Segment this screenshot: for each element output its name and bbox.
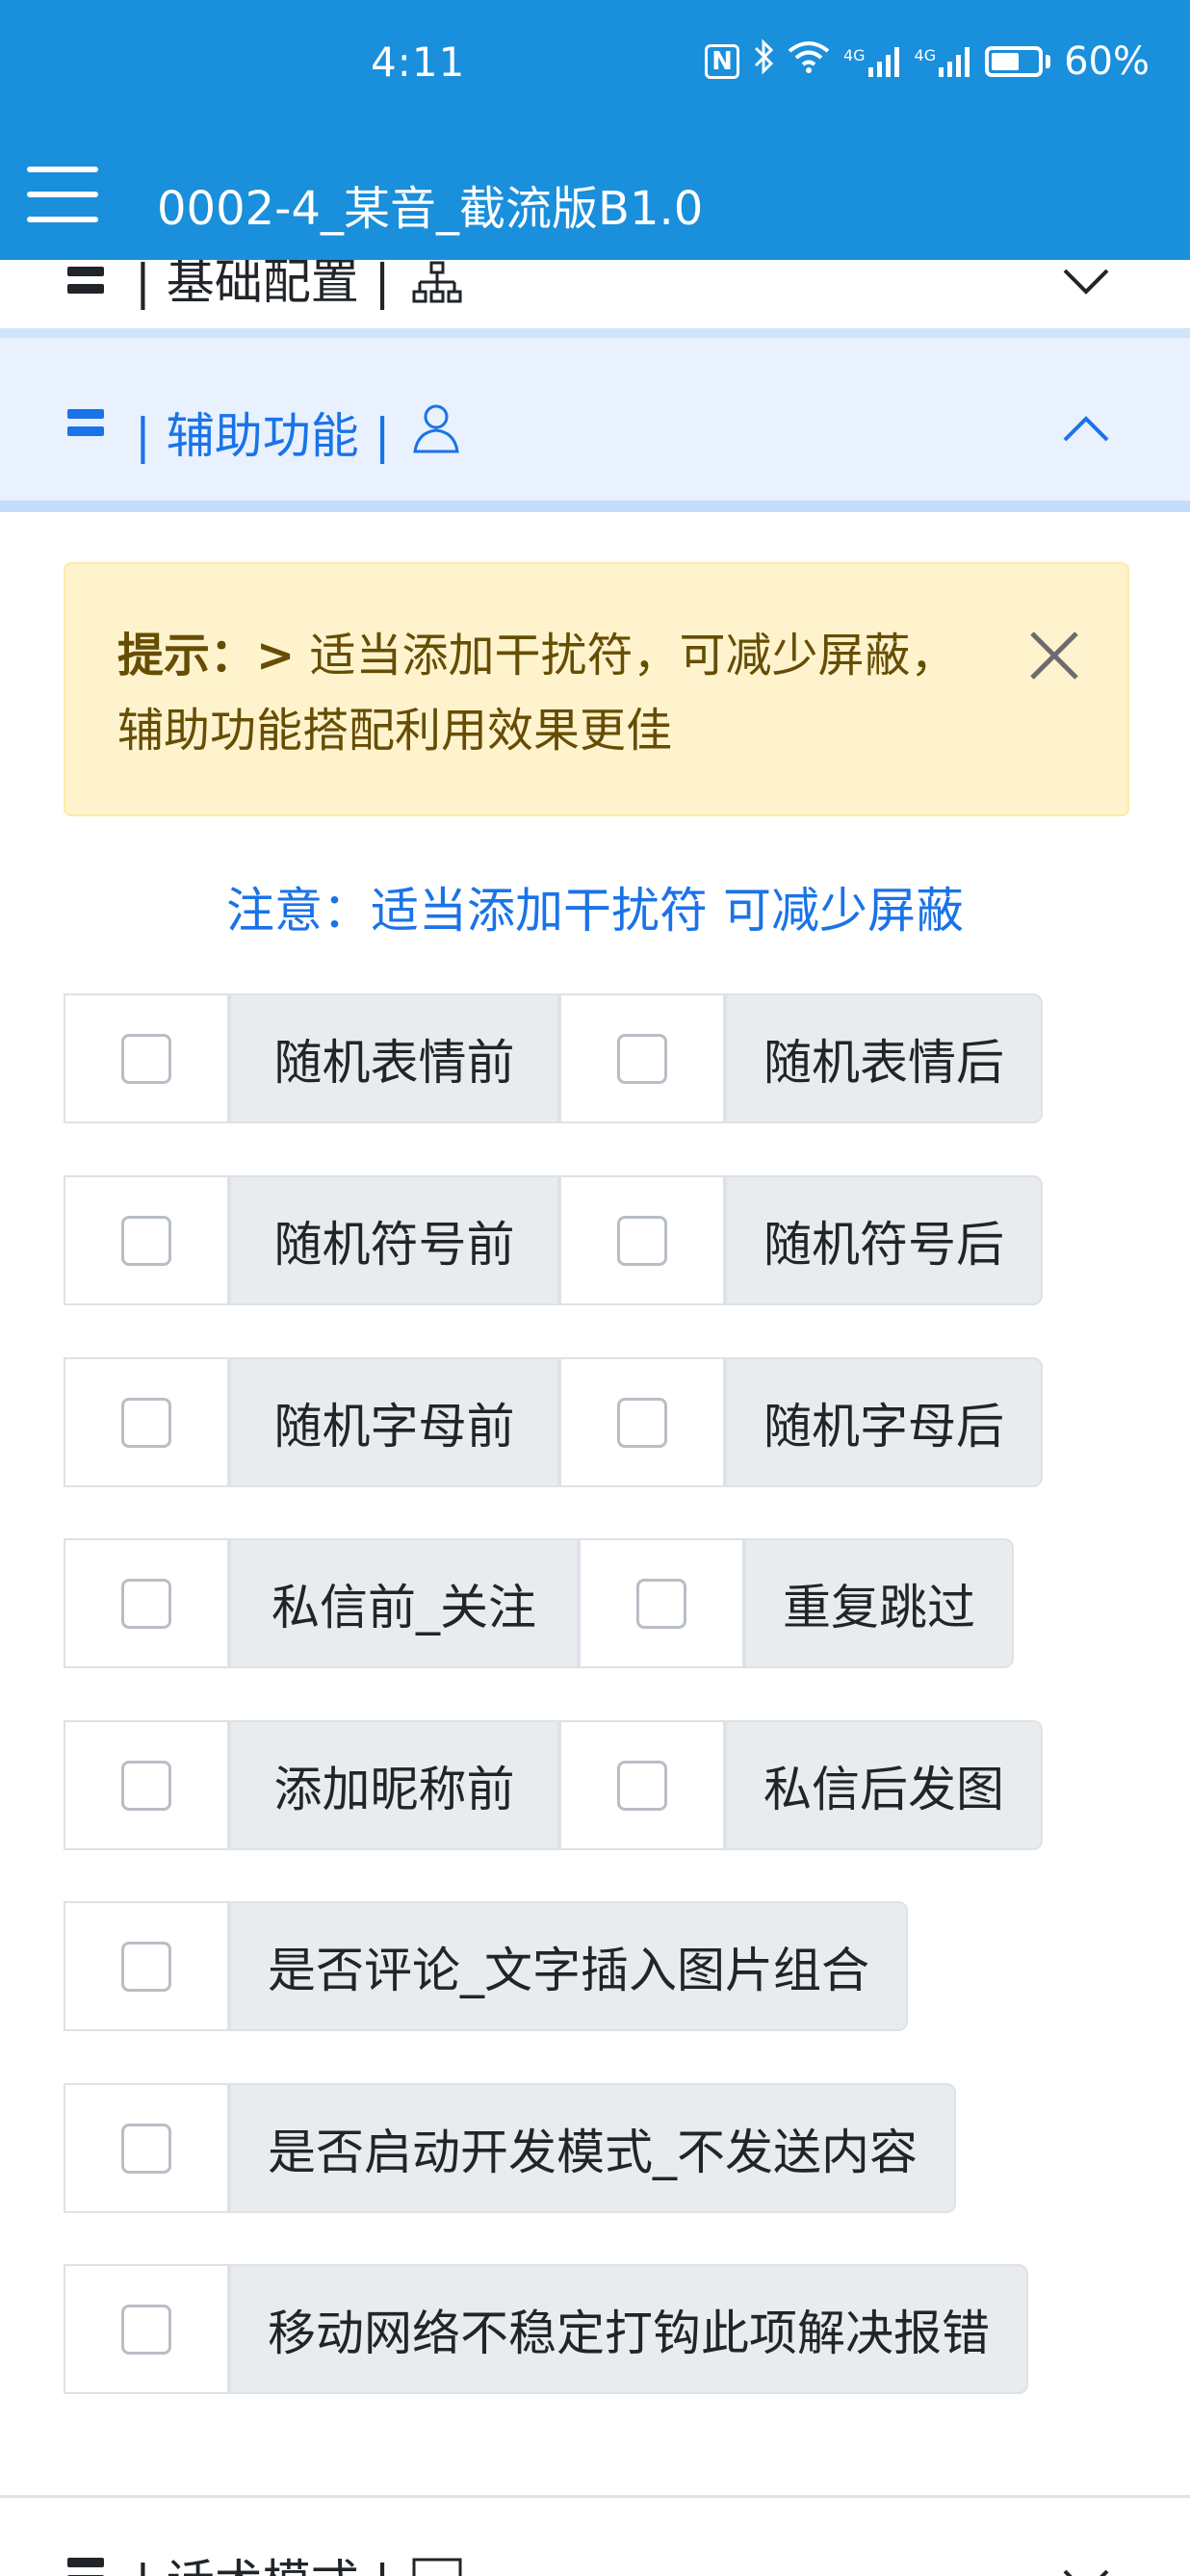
signal-icon-1: 4G [843,46,901,77]
status-time: 4:11 [371,39,466,86]
option-row: 私信前_关注 重复跳过 [64,1538,1014,1668]
checkbox-cell [64,993,229,1123]
chevron-down-icon[interactable] [1061,255,1111,305]
option-label[interactable]: 是否评论_文字插入图片组合 [229,1901,908,2031]
status-bar: 4:11 N 4G 4G 60% [0,0,1190,130]
checkbox[interactable] [121,2304,171,2355]
section-assist[interactable]: | 辅助功能 | [0,338,1190,512]
option-row: 随机字母前 随机字母后 [64,1357,1043,1487]
battery-icon [985,45,1051,77]
chevron-down-icon[interactable] [1061,2556,1111,2576]
wifi-icon [788,39,830,83]
checkbox-cell [559,1720,725,1850]
chevron-up-icon[interactable] [1061,405,1111,455]
checkbox-cell [64,2083,229,2213]
checkbox[interactable] [121,2123,171,2174]
option-row: 添加昵称前 私信后发图 [64,1720,1043,1850]
close-icon[interactable] [1026,628,1082,683]
checkbox[interactable] [121,1941,171,1992]
grip-icon [67,409,104,438]
checkbox-cell [579,1538,744,1668]
app-bar: 4:11 N 4G 4G 60% 0002-4_某音_截流版B1.0 [0,0,1190,260]
org-chart-icon [412,261,462,303]
option-label[interactable]: 随机字母后 [725,1357,1043,1487]
grip-icon [67,2558,104,2576]
checkbox[interactable] [617,1760,667,1811]
checkbox-cell [64,1720,229,1850]
notice-text: 注意：适当添加干扰符 可减少屏蔽 [226,883,964,939]
alert-text: 提示：> 适当添加干扰符，可减少屏蔽，辅助功能搭配利用效果更佳 [117,618,984,768]
checkbox[interactable] [121,1215,171,1266]
alert-strong: 提示：> [117,629,296,683]
hamburger-menu-icon[interactable] [27,167,98,222]
option-label[interactable]: 私信后发图 [725,1720,1043,1850]
checkbox[interactable] [617,1215,667,1266]
nav-row: 0002-4_某音_截流版B1.0 [0,130,1190,260]
checkbox-cell [64,1901,229,2031]
signal-icon-2: 4G [915,46,972,77]
tip-alert: 提示：> 适当添加干扰符，可减少屏蔽，辅助功能搭配利用效果更佳 [64,562,1129,816]
user-icon [413,404,459,453]
option-row: 是否评论_文字插入图片组合 [64,1901,908,2031]
checkbox-cell [64,2264,229,2394]
option-label[interactable]: 私信前_关注 [229,1538,579,1668]
image-icon [412,2558,462,2576]
checkbox[interactable] [121,1578,171,1629]
section-title-assist: | 辅助功能 | [135,408,391,464]
option-label[interactable]: 随机符号后 [725,1175,1043,1305]
option-row: 随机表情前 随机表情后 [64,993,1043,1123]
checkbox-cell [559,1175,725,1305]
checkbox-cell [64,1175,229,1305]
checkbox-cell [64,1357,229,1487]
status-icons: N 4G 4G 60% [705,39,1150,84]
checkbox-cell [559,993,725,1123]
checkbox-cell [559,1357,725,1487]
option-row: 移动网络不稳定打钩此项解决报错 [64,2264,1028,2394]
option-label[interactable]: 随机字母前 [229,1357,559,1487]
option-label[interactable]: 随机表情前 [229,993,559,1123]
option-label[interactable]: 随机表情后 [725,993,1043,1123]
option-label[interactable]: 移动网络不稳定打钩此项解决报错 [229,2264,1028,2394]
app-title: 0002-4_某音_截流版B1.0 [157,182,704,236]
option-label[interactable]: 重复跳过 [744,1538,1014,1668]
checkbox[interactable] [617,1397,667,1448]
checkbox[interactable] [617,1033,667,1084]
checkbox[interactable] [121,1397,171,1448]
bluetooth-icon [753,39,774,84]
option-label[interactable]: 随机符号前 [229,1175,559,1305]
grip-icon [67,267,104,296]
nfc-icon: N [705,43,739,79]
option-label[interactable]: 是否启动开发模式_不发送内容 [229,2083,956,2213]
option-label[interactable]: 添加昵称前 [229,1720,559,1850]
checkbox[interactable] [121,1760,171,1811]
option-row: 是否启动开发模式_不发送内容 [64,2083,956,2213]
checkbox[interactable] [636,1578,686,1629]
checkbox[interactable] [121,1033,171,1084]
checkbox-cell [64,1538,229,1668]
battery-percent: 60% [1064,39,1150,84]
section-title-talk: | 话术模式 | [135,2544,390,2576]
option-row: 随机符号前 随机符号后 [64,1175,1043,1305]
section-talk-mode[interactable]: | 话术模式 | [0,2495,1190,2576]
